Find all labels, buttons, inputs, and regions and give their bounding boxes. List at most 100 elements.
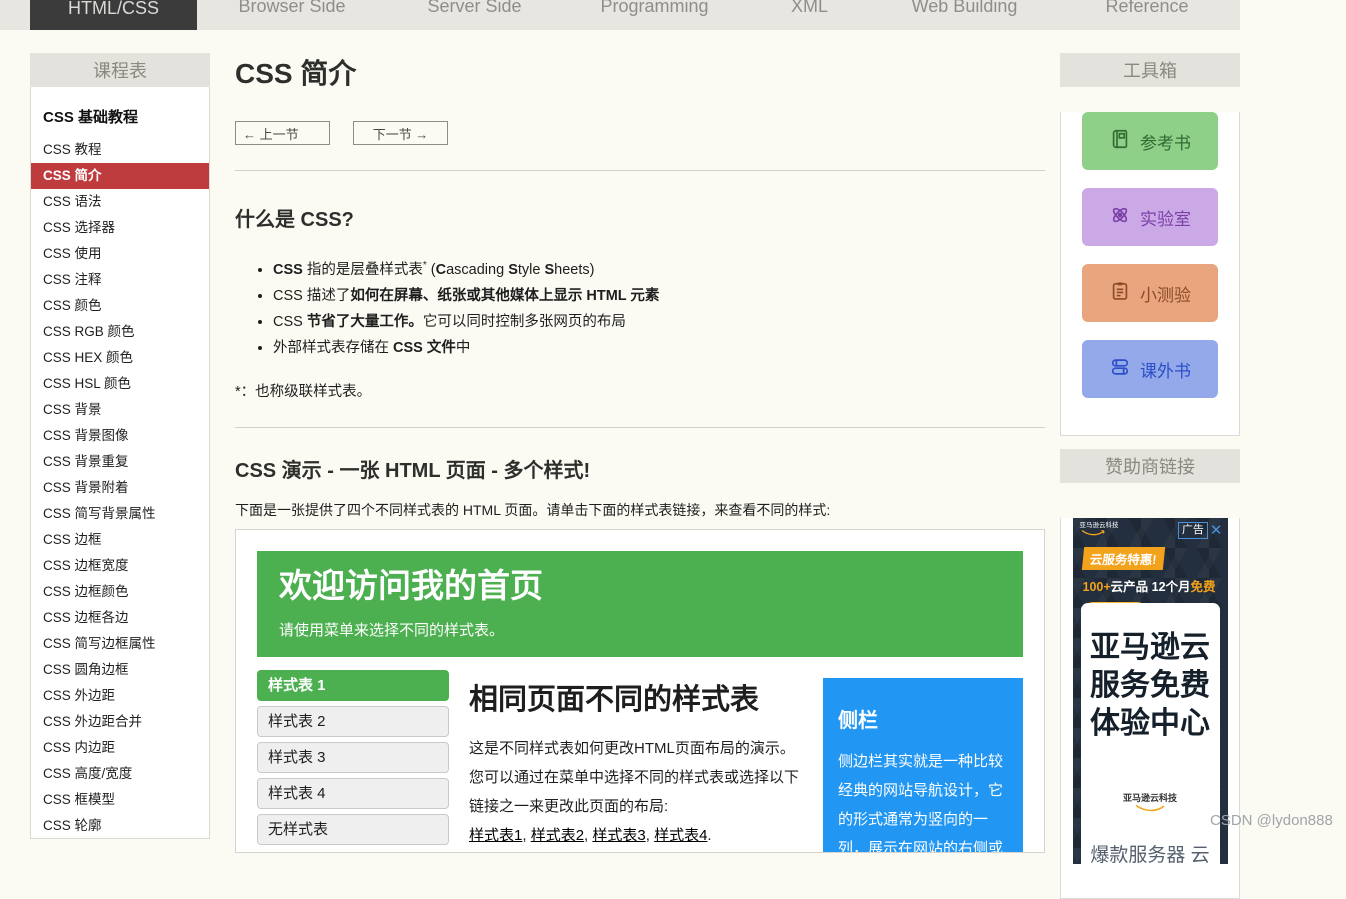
- toolbox-title: 工具箱: [1060, 53, 1240, 87]
- sidebar-course-item[interactable]: CSS 外边距: [31, 683, 209, 709]
- toolbox-panel: 参考书 实验室 小测验 课外书: [1060, 112, 1240, 436]
- ad-card-brand: 亚马逊云科技: [1081, 791, 1220, 814]
- amazon-cloud-ad[interactable]: 亚马逊云科技 广告 ✕ 云服务特惠! 100+云产品 12个月免费 免费注册 亚…: [1073, 518, 1228, 864]
- sidebar-course-item[interactable]: CSS 简写边框属性: [31, 631, 209, 657]
- sidebar-course-item[interactable]: CSS 简介: [31, 163, 209, 189]
- ad-close-icon[interactable]: ✕: [1208, 523, 1225, 538]
- sidebar-course-item[interactable]: CSS 框模型: [31, 787, 209, 813]
- demo-intro-text: 下面是一张提供了四个不同样式表的 HTML 页面。请单击下面的样式表链接，来查看…: [235, 500, 1045, 520]
- aws-logo: 亚马逊云科技: [1080, 522, 1119, 538]
- footnote: *：也称级联样式表。: [235, 380, 1045, 401]
- demo-body: 样式表 1 样式表 2 样式表 3 样式表 4 无样式表 相同页面不同的样式表 …: [257, 670, 1023, 853]
- sidebar-course-item[interactable]: CSS 简写背景属性: [31, 501, 209, 527]
- ad-card-line: 体验中心: [1081, 705, 1220, 743]
- ad-top-bar: 亚马逊云科技 广告 ✕: [1073, 518, 1228, 539]
- section-heading-demo: CSS 演示 - 一张 HTML 页面 - 多个样式!: [235, 460, 1045, 483]
- demo-banner-title: 欢迎访问我的首页: [279, 566, 1001, 606]
- sidebar-course-item[interactable]: CSS 背景重复: [31, 449, 209, 475]
- books-icon: [1109, 356, 1131, 383]
- sidebar-course-item[interactable]: CSS 背景附着: [31, 475, 209, 501]
- ad-tag: 广告: [1178, 522, 1208, 539]
- stylesheet-links: 样式表1, 样式表2, 样式表3, 样式表4.: [469, 827, 712, 844]
- sidebar-course-item[interactable]: CSS 选择器: [31, 215, 209, 241]
- sidebar-course-item[interactable]: CSS 内边距: [31, 735, 209, 761]
- sidebar-course-item[interactable]: CSS RGB 颜色: [31, 319, 209, 345]
- quiz-label: 小测验: [1140, 281, 1191, 306]
- sidebar-course-item[interactable]: CSS 轮廓: [31, 813, 209, 839]
- main-content: CSS 简介 ← 上一节 下一节 → 什么是 CSS? CSS 指的是层叠样式表…: [235, 0, 1045, 853]
- stylesheet-link[interactable]: 样式表2: [531, 827, 584, 844]
- csdn-watermark: CSDN @lydon888: [1210, 812, 1333, 829]
- clipboard-icon: [1109, 280, 1131, 307]
- sidebar-course-item[interactable]: CSS 外边距合并: [31, 709, 209, 735]
- lab-button[interactable]: 实验室: [1082, 188, 1218, 246]
- lab-label: 实验室: [1140, 205, 1191, 230]
- stylesheet-menu-button[interactable]: 无样式表: [257, 814, 449, 845]
- ad-promo-line: 100+云产品 12个月免费: [1083, 576, 1228, 595]
- ad-footer-text: 爆款服务器 云: [1081, 840, 1220, 864]
- demo-article: 相同页面不同的样式表 这是不同样式表如何更改HTML页面布局的演示。您可以通过在…: [449, 670, 823, 850]
- course-sidebar-title: 课程表: [30, 53, 210, 87]
- demo-aside: 侧栏 侧边栏其实就是一种比较经典的网站导航设计，它的形式通常为竖向的一列，展示在…: [823, 678, 1023, 853]
- divider: [235, 170, 1045, 171]
- stylesheet-menu-button[interactable]: 样式表 3: [257, 742, 449, 773]
- stylesheet-link[interactable]: 样式表4: [654, 827, 707, 844]
- right-column: 工具箱 参考书 实验室 小测验 课外书 赞助商链接 亚马逊云科技: [1060, 0, 1240, 899]
- ad-card-line: 亚马逊云: [1081, 629, 1220, 667]
- list-item: CSS 指的是层叠样式表* (Cascading Style Sheets): [273, 253, 1045, 283]
- demo-stylesheet-menu: 样式表 1 样式表 2 样式表 3 样式表 4 无样式表: [257, 670, 449, 850]
- sidebar-course-item[interactable]: CSS 边框颜色: [31, 579, 209, 605]
- reference-book-label: 参考书: [1140, 129, 1191, 154]
- demo-article-text: 这是不同样式表如何更改HTML页面布局的演示。您可以通过在菜单中选择不同的样式表…: [469, 734, 803, 850]
- sidebar-course-item[interactable]: CSS 背景: [31, 397, 209, 423]
- list-item: 外部样式表存储在 CSS 文件中: [273, 335, 1045, 361]
- demo-frame: 欢迎访问我的首页 请使用菜单来选择不同的样式表。 样式表 1 样式表 2 样式表…: [235, 529, 1045, 853]
- demo-banner: 欢迎访问我的首页 请使用菜单来选择不同的样式表。: [257, 551, 1023, 657]
- atom-icon: [1109, 204, 1131, 231]
- course-section-heading: CSS 基础教程: [31, 87, 209, 137]
- sidebar-course-item[interactable]: CSS 边框宽度: [31, 553, 209, 579]
- next-section-button[interactable]: 下一节 →: [353, 121, 448, 145]
- stylesheet-menu-button[interactable]: 样式表 4: [257, 778, 449, 809]
- divider: [235, 427, 1045, 428]
- book-icon: [1109, 128, 1131, 155]
- course-list: CSS 教程 CSS 简介 CSS 语法 CSS 选择器 CSS 使用 CSS …: [31, 137, 209, 839]
- course-list-panel: CSS 基础教程 CSS 教程 CSS 简介 CSS 语法 CSS 选择器 CS…: [30, 87, 210, 839]
- sidebar-course-item[interactable]: CSS HSL 颜色: [31, 371, 209, 397]
- nav-tab[interactable]: HTML/CSS: [30, 0, 197, 30]
- page-title: CSS 简介: [235, 60, 1045, 88]
- css-facts-list: CSS 指的是层叠样式表* (Cascading Style Sheets) C…: [235, 253, 1045, 361]
- sidebar-course-item[interactable]: CSS 教程: [31, 137, 209, 163]
- stylesheet-link[interactable]: 样式表1: [469, 827, 522, 844]
- sidebar-course-item[interactable]: CSS 边框: [31, 527, 209, 553]
- stylesheet-menu-button[interactable]: 样式表 2: [257, 706, 449, 737]
- extra-reading-label: 课外书: [1140, 357, 1191, 382]
- list-item: CSS 描述了如何在屏幕、纸张或其他媒体上显示 HTML 元素: [273, 283, 1045, 309]
- demo-aside-title: 侧栏: [838, 704, 1008, 733]
- sponsor-panel: 亚马逊云科技 广告 ✕ 云服务特惠! 100+云产品 12个月免费 免费注册 亚…: [1060, 518, 1240, 899]
- stylesheet-link[interactable]: 样式表3: [592, 827, 645, 844]
- section-heading-what-is-css: 什么是 CSS?: [235, 209, 1045, 232]
- sidebar-course-item[interactable]: CSS 语法: [31, 189, 209, 215]
- reference-book-button[interactable]: 参考书: [1082, 112, 1218, 170]
- sidebar-course-item[interactable]: CSS 使用: [31, 241, 209, 267]
- sidebar-course-item[interactable]: CSS 注释: [31, 267, 209, 293]
- ad-badge: 云服务特惠!: [1081, 547, 1164, 570]
- extra-reading-button[interactable]: 课外书: [1082, 340, 1218, 398]
- ad-card-line: 服务免费: [1081, 667, 1220, 705]
- sidebar-course-item[interactable]: CSS 颜色: [31, 293, 209, 319]
- stylesheet-menu-button[interactable]: 样式表 1: [257, 670, 449, 701]
- demo-aside-text: 侧边栏其实就是一种比较经典的网站导航设计，它的形式通常为竖向的一列，展示在网站的…: [838, 747, 1008, 853]
- demo-banner-subtitle: 请使用菜单来选择不同的样式表。: [279, 619, 1001, 640]
- prev-section-button[interactable]: ← 上一节: [235, 121, 330, 145]
- pager: ← 上一节 下一节 →: [235, 121, 1045, 145]
- sidebar-course-item[interactable]: CSS 背景图像: [31, 423, 209, 449]
- sidebar-course-item[interactable]: CSS 圆角边框: [31, 657, 209, 683]
- sponsor-title: 赞助商链接: [1060, 449, 1240, 483]
- sidebar-course-item[interactable]: CSS 边框各边: [31, 605, 209, 631]
- list-item: CSS 节省了大量工作。它可以同时控制多张网页的布局: [273, 309, 1045, 335]
- sidebar-course-item[interactable]: CSS 高度/宽度: [31, 761, 209, 787]
- sidebar-course-item[interactable]: CSS HEX 颜色: [31, 345, 209, 371]
- demo-article-title: 相同页面不同的样式表: [469, 676, 803, 718]
- quiz-button[interactable]: 小测验: [1082, 264, 1218, 322]
